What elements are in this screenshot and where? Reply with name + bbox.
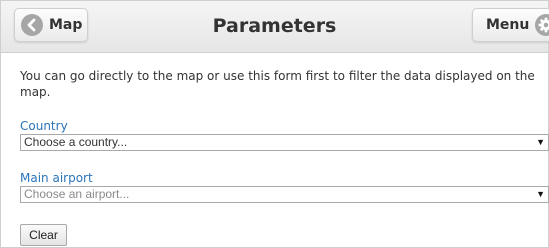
country-select[interactable]: Choose a country... ▼ xyxy=(20,134,549,151)
airport-label: Main airport xyxy=(20,171,93,185)
dropdown-arrow-icon: ▼ xyxy=(536,189,545,199)
dropdown-arrow-icon: ▼ xyxy=(536,137,545,147)
menu-button[interactable]: Menu xyxy=(472,8,549,42)
airport-select-value: Choose an airport... xyxy=(24,187,130,201)
chevron-left-icon xyxy=(21,14,43,36)
country-label: Country xyxy=(20,119,68,133)
gear-icon xyxy=(535,14,549,36)
intro-text: You can go directly to the map or use th… xyxy=(20,69,535,99)
map-button[interactable]: Map xyxy=(14,8,88,42)
country-select-value: Choose a country... xyxy=(24,135,128,149)
clear-button[interactable]: Clear xyxy=(20,224,67,246)
header-bar: Parameters Map Menu xyxy=(1,1,549,53)
menu-button-label: Menu xyxy=(486,17,530,33)
map-button-label: Map xyxy=(49,17,83,33)
airport-select[interactable]: Choose an airport... ▼ xyxy=(20,186,549,203)
